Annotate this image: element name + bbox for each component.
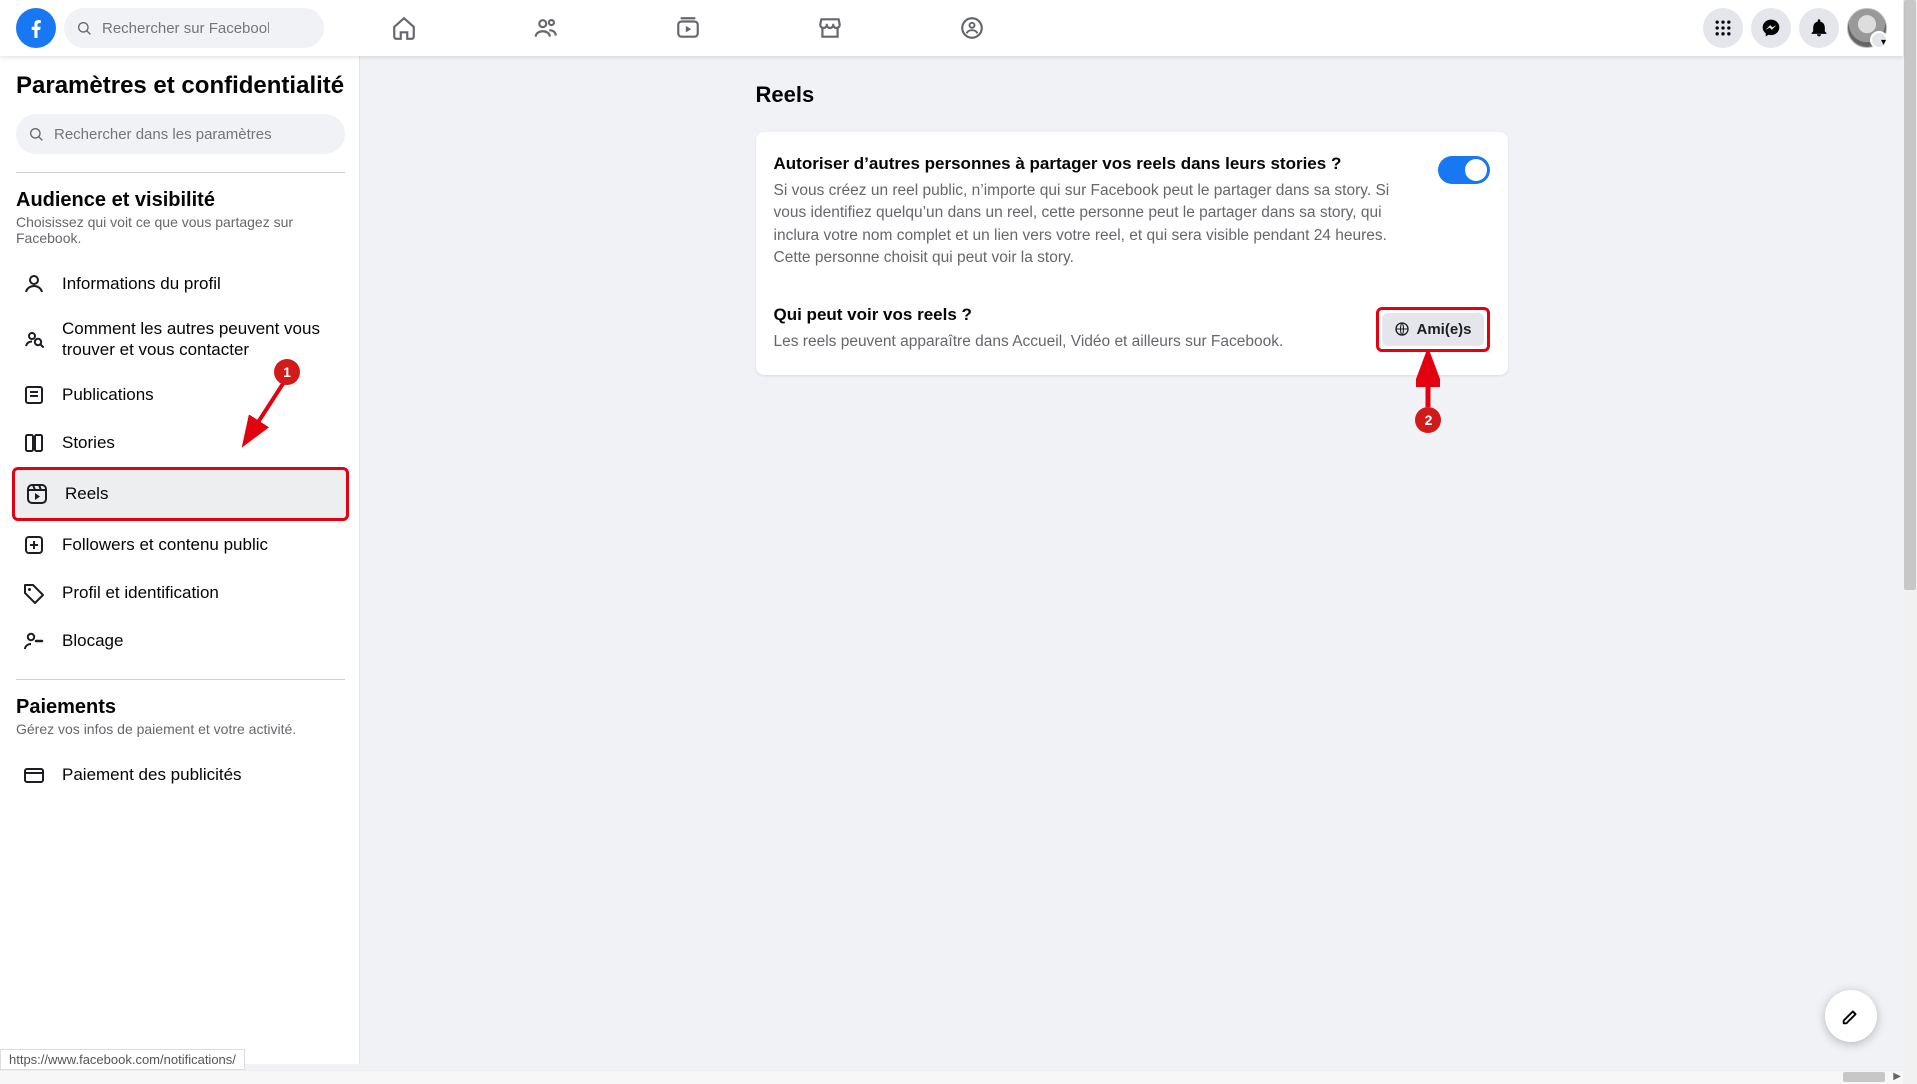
setting-description: Si vous créez un reel public, n’importe … bbox=[774, 180, 1420, 270]
sidebar-item-stories[interactable]: Stories bbox=[12, 419, 349, 467]
vertical-scrollbar[interactable] bbox=[1903, 0, 1917, 1084]
profile-icon bbox=[20, 270, 48, 298]
menu-button[interactable] bbox=[1703, 8, 1743, 48]
bell-icon bbox=[1809, 18, 1829, 38]
sidebar-item-label: Publications bbox=[62, 385, 154, 405]
setting-title: Qui peut voir vos reels ? bbox=[774, 305, 1359, 325]
account-avatar[interactable]: ▾ bbox=[1847, 8, 1887, 48]
scrollbar-thumb[interactable] bbox=[1843, 1072, 1885, 1082]
chevron-down-icon: ▾ bbox=[1881, 37, 1886, 48]
video-icon bbox=[675, 15, 701, 41]
sidebar-item-ad-payments[interactable]: Paiement des publicités bbox=[12, 751, 349, 799]
sidebar-item-label: Stories bbox=[62, 433, 115, 453]
audience-label: Ami(e)s bbox=[1416, 321, 1471, 338]
section-payments-sub: Gérez vos infos de paiement et votre act… bbox=[16, 721, 345, 737]
global-search-input[interactable] bbox=[100, 19, 271, 38]
sidebar-item-label: Reels bbox=[65, 484, 108, 504]
annotation-arrow-1 bbox=[238, 375, 294, 453]
search-icon bbox=[28, 126, 44, 142]
sidebar-item-blocking[interactable]: Blocage bbox=[12, 617, 349, 665]
edit-icon bbox=[1840, 1005, 1862, 1027]
sidebar-item-label: Profil et identification bbox=[62, 583, 219, 603]
section-payments-title: Paiements bbox=[16, 696, 345, 719]
sidebar-item-label: Comment les autres peuvent vous trouver … bbox=[62, 318, 341, 361]
main-content: Reels Autoriser d’autres personnes à par… bbox=[360, 56, 1903, 1064]
sidebar-item-followers[interactable]: Followers et contenu public bbox=[12, 521, 349, 569]
annotation-highlight-2: Ami(e)s bbox=[1376, 307, 1489, 352]
globe-icon bbox=[1394, 321, 1410, 337]
sidebar-search[interactable] bbox=[16, 114, 345, 154]
annotation-arrow-2 bbox=[1416, 351, 1440, 413]
annotation-badge-2: 2 bbox=[1415, 407, 1441, 433]
messenger-button[interactable] bbox=[1751, 8, 1791, 48]
facebook-logo[interactable] bbox=[16, 8, 56, 48]
sidebar-item-profile-info[interactable]: Informations du profil bbox=[12, 260, 349, 308]
stories-icon bbox=[20, 429, 48, 457]
sidebar-item-label: Paiement des publicités bbox=[62, 765, 242, 785]
nav-video[interactable] bbox=[664, 4, 712, 52]
search-icon bbox=[76, 20, 92, 36]
find-icon bbox=[20, 325, 48, 353]
sidebar-search-input[interactable] bbox=[52, 125, 333, 144]
section-audience-sub: Choisissez qui voit ce que vous partagez… bbox=[16, 214, 345, 246]
reels-icon bbox=[23, 480, 51, 508]
center-nav bbox=[380, 4, 1703, 52]
sidebar-nav: Informations du profil Comment les autre… bbox=[12, 260, 349, 665]
page-title: Reels bbox=[756, 82, 1508, 108]
right-cluster: ▾ bbox=[1703, 8, 1887, 48]
nav-friends[interactable] bbox=[522, 4, 570, 52]
audience-selector-button[interactable]: Ami(e)s bbox=[1382, 313, 1483, 346]
nav-home[interactable] bbox=[380, 4, 428, 52]
setting-description: Les reels peuvent apparaître dans Accuei… bbox=[774, 331, 1359, 353]
notifications-button[interactable] bbox=[1799, 8, 1839, 48]
messenger-icon bbox=[1761, 18, 1781, 38]
annotation-badge-1: 1 bbox=[274, 359, 300, 385]
grid-icon bbox=[1713, 18, 1733, 38]
facebook-f-icon bbox=[24, 16, 48, 40]
sidebar-item-label: Blocage bbox=[62, 631, 123, 651]
allow-share-toggle[interactable] bbox=[1438, 156, 1490, 184]
top-bar: ▾ bbox=[0, 0, 1903, 56]
nav-marketplace[interactable] bbox=[806, 4, 854, 52]
friends-icon bbox=[533, 15, 559, 41]
home-icon bbox=[391, 15, 417, 41]
card-icon bbox=[20, 761, 48, 789]
nav-groups[interactable] bbox=[948, 4, 996, 52]
marketplace-icon bbox=[817, 15, 843, 41]
followers-icon bbox=[20, 531, 48, 559]
sidebar-item-reels[interactable]: Reels bbox=[12, 467, 349, 521]
block-icon bbox=[20, 627, 48, 655]
horizontal-scrollbar[interactable]: ▶ bbox=[0, 1070, 1903, 1084]
compose-fab[interactable] bbox=[1825, 990, 1877, 1042]
sidebar-item-label: Followers et contenu public bbox=[62, 535, 268, 555]
settings-card: Autoriser d’autres personnes à partager … bbox=[756, 132, 1508, 375]
divider bbox=[16, 172, 345, 173]
sidebar-item-find-contact[interactable]: Comment les autres peuvent vous trouver … bbox=[12, 308, 349, 371]
groups-icon bbox=[959, 15, 985, 41]
setting-audience: Qui peut voir vos reels ? Les reels peuv… bbox=[774, 296, 1490, 361]
sidebar-item-tagging[interactable]: Profil et identification bbox=[12, 569, 349, 617]
sidebar-nav-payments: Paiement des publicités bbox=[12, 751, 349, 799]
tag-icon bbox=[20, 579, 48, 607]
setting-title: Autoriser d’autres personnes à partager … bbox=[774, 154, 1420, 174]
scroll-arrow-icon: ▶ bbox=[1893, 1071, 1901, 1082]
divider bbox=[16, 679, 345, 680]
sidebar-item-label: Informations du profil bbox=[62, 274, 221, 294]
global-search[interactable] bbox=[64, 8, 324, 48]
status-bar-url: https://www.facebook.com/notifications/ bbox=[0, 1049, 245, 1070]
section-audience-title: Audience et visibilité bbox=[16, 189, 345, 212]
sidebar-title: Paramètres et confidentialité bbox=[16, 72, 345, 100]
scrollbar-thumb[interactable] bbox=[1904, 0, 1916, 590]
sidebar-item-publications[interactable]: Publications 1 bbox=[12, 371, 349, 419]
setting-allow-share: Autoriser d’autres personnes à partager … bbox=[774, 146, 1490, 278]
post-icon bbox=[20, 381, 48, 409]
sidebar: Paramètres et confidentialité Audience e… bbox=[0, 56, 360, 1064]
